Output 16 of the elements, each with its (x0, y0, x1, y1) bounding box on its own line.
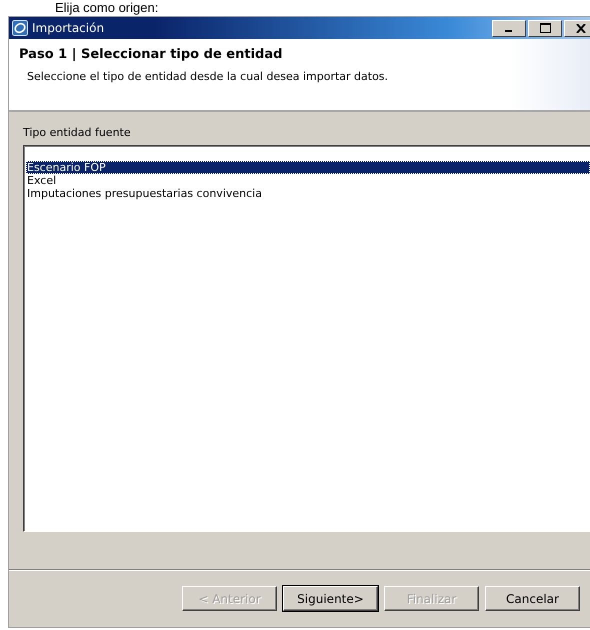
list-label: Tipo entidad fuente (23, 126, 132, 139)
list-item[interactable]: Imputaciones presupuestarias convivencia (26, 187, 590, 200)
maximize-icon (540, 23, 550, 33)
list-item[interactable]: Escenario FOP (26, 161, 590, 174)
close-icon (576, 24, 586, 32)
close-button[interactable] (564, 20, 590, 36)
window-title: Importación (32, 21, 104, 35)
minimize-button[interactable] (492, 20, 526, 36)
step-description: Seleccione el tipo de entidad desde la cual desea importar datos. (26, 70, 390, 83)
caption-text: Elija como origen: (54, 0, 160, 16)
app-logo-icon (12, 20, 28, 36)
wizard-button[interactable]: Cancelar (485, 586, 580, 611)
wizard-button[interactable]: Siguiente> (283, 586, 378, 611)
list-item[interactable]: Excel (26, 174, 590, 187)
maximize-button[interactable] (528, 20, 562, 36)
step-title: Paso 1 | Seleccionar tipo de entidad (19, 47, 284, 62)
